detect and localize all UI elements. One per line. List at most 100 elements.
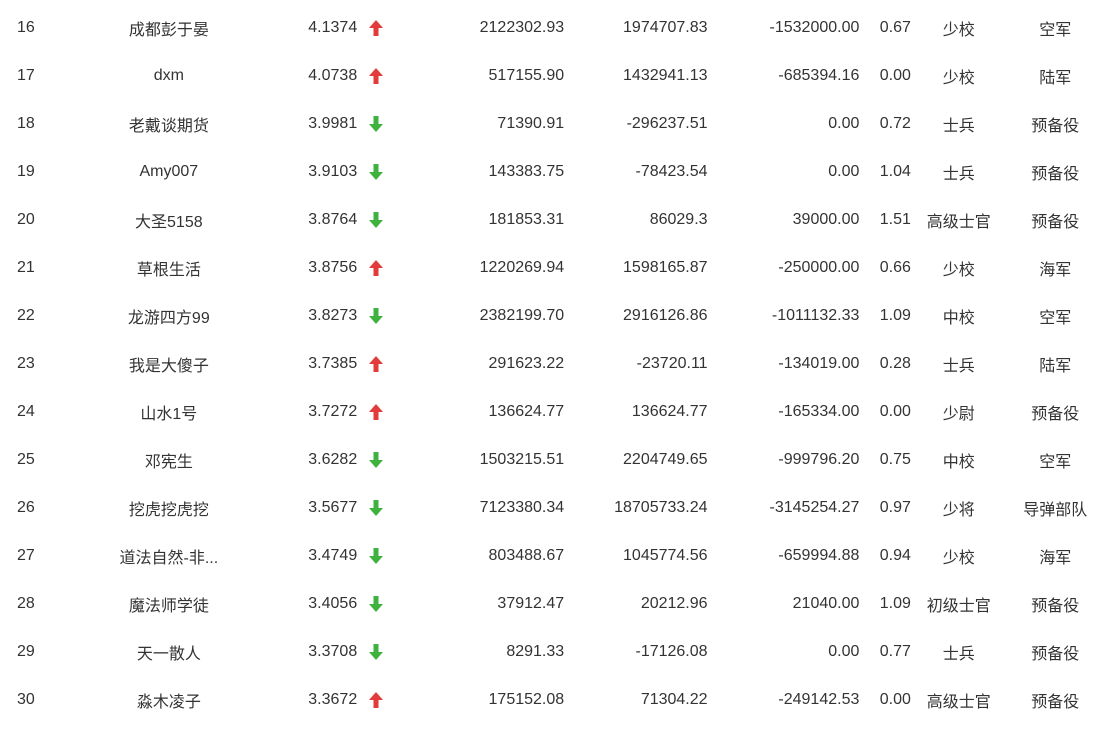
score-cell: 3.7272 (280, 403, 357, 421)
score-cell: 3.9103 (280, 163, 357, 181)
profit-cell: 18705733.24 (614, 499, 708, 516)
trader-name-link[interactable]: 我是大傻子 (57, 352, 280, 376)
trader-name-link[interactable]: 淼木凌子 (57, 688, 280, 712)
table-row[interactable]: 30 淼木凌子 3.3672 175152.08 71304.22 -249142.53 0… (0, 676, 1104, 724)
deposit-withdraw-cell: -1532000.00 (769, 19, 860, 36)
branch-cell: 海军 (1039, 550, 1072, 567)
rank-cell: 29 (17, 643, 35, 660)
equity-cell: 136624.77 (488, 403, 565, 420)
trader-name-link[interactable]: Amy007 (57, 163, 280, 181)
rank-cell: 26 (17, 499, 35, 516)
military-rank-cell: 士兵 (942, 118, 975, 135)
equity-cell: 2122302.93 (479, 19, 565, 36)
military-rank-cell: 高级士官 (926, 694, 991, 711)
arrow-down-icon (357, 308, 421, 324)
arrow-up-icon (357, 20, 421, 36)
rank-cell: 20 (17, 211, 35, 228)
profit-cell: -78423.54 (635, 163, 708, 180)
branch-cell: 陆军 (1039, 70, 1072, 87)
military-rank-cell: 少校 (942, 70, 975, 87)
ratio-cell: 0.00 (879, 403, 911, 420)
ratio-cell: 0.28 (879, 355, 911, 372)
score-value: 3.5677 (308, 499, 358, 516)
score-value: 3.8273 (308, 307, 358, 324)
trader-name-link[interactable]: 道法自然-非... (57, 544, 280, 568)
rank-cell: 23 (17, 355, 35, 372)
equity-cell: 291623.22 (488, 355, 565, 372)
score-value: 3.9103 (308, 163, 358, 180)
trader-name-link[interactable]: 天一散人 (57, 640, 280, 664)
ratio-cell: 0.66 (879, 259, 911, 276)
trader-name-link[interactable]: 魔法师学徒 (57, 592, 280, 616)
arrow-down-icon (357, 644, 421, 660)
equity-cell: 1503215.51 (479, 451, 565, 468)
table-row[interactable]: 26 挖虎挖虎挖 3.5677 7123380.34 18705733.24 -31452… (0, 484, 1104, 532)
score-cell: 3.8756 (280, 259, 357, 277)
table-row[interactable]: 25 邓宪生 3.6282 1503215.51 2204749.65 -999796.2… (0, 436, 1104, 484)
trader-name-link[interactable]: 龙游四方99 (57, 304, 280, 328)
deposit-withdraw-cell: -685394.16 (778, 67, 860, 84)
table-row[interactable]: 16 成都彭于晏 4.1374 2122302.93 1974707.83 -153200… (0, 4, 1104, 52)
equity-cell: 8291.33 (506, 643, 565, 660)
table-row[interactable]: 24 山水1号 3.7272 136624.77 136624.77 -165334.00… (0, 388, 1104, 436)
military-rank-cell: 少校 (942, 22, 975, 39)
table-row[interactable]: 19 Amy007 3.9103 143383.75 -78423.54 0.00 1.04… (0, 148, 1104, 196)
score-value: 3.9981 (308, 115, 358, 132)
trader-name-link[interactable]: 大圣5158 (57, 208, 280, 232)
trader-name-link[interactable]: 老戴谈期货 (57, 112, 280, 136)
equity-cell: 2382199.70 (479, 307, 565, 324)
score-cell: 3.6282 (280, 451, 357, 469)
profit-cell: 86029.3 (649, 211, 708, 228)
rank-cell: 16 (17, 19, 35, 36)
trader-name-link[interactable]: 山水1号 (57, 400, 280, 424)
arrow-up-icon (357, 692, 421, 708)
trader-name-link[interactable]: 邓宪生 (57, 448, 280, 472)
arrow-down-icon (357, 212, 421, 228)
table-row[interactable]: 20 大圣5158 3.8764 181853.31 86029.3 39000.00 1.… (0, 196, 1104, 244)
trader-name-link[interactable]: dxm (57, 67, 280, 85)
military-rank-cell: 中校 (942, 454, 975, 471)
military-rank-cell: 少校 (942, 262, 975, 279)
table-row[interactable]: 23 我是大傻子 3.7385 291623.22 -23720.11 -134019.0… (0, 340, 1104, 388)
trader-name-link[interactable]: 草根生活 (57, 256, 280, 280)
rank-cell: 30 (17, 691, 35, 708)
table-row[interactable]: 29 天一散人 3.3708 8291.33 -17126.08 0.00 0.77 士兵 预备… (0, 628, 1104, 676)
ratio-cell: 1.09 (879, 307, 911, 324)
score-value: 4.0738 (308, 67, 358, 84)
table-row[interactable]: 17 dxm 4.0738 517155.90 1432941.13 -685394.16… (0, 52, 1104, 100)
table-row[interactable]: 28 魔法师学徒 3.4056 37912.47 20212.96 21040.00 1.0… (0, 580, 1104, 628)
ratio-cell: 0.75 (879, 451, 911, 468)
score-value: 3.4056 (308, 595, 358, 612)
arrow-down-icon (357, 596, 421, 612)
score-value: 3.3708 (308, 643, 358, 660)
table-row[interactable]: 18 老戴谈期货 3.9981 71390.91 -296237.51 0.00 0.72 士… (0, 100, 1104, 148)
deposit-withdraw-cell: -999796.20 (778, 451, 860, 468)
profit-cell: 2916126.86 (623, 307, 708, 324)
profit-cell: 20212.96 (640, 595, 708, 612)
score-cell: 3.7385 (280, 355, 357, 373)
ratio-cell: 0.77 (879, 643, 911, 660)
score-cell: 4.1374 (280, 19, 357, 37)
deposit-withdraw-cell: 0.00 (828, 115, 860, 132)
table-row[interactable]: 27 道法自然-非... 3.4749 803488.67 1045774.56 -659… (0, 532, 1104, 580)
table-row[interactable]: 22 龙游四方99 3.8273 2382199.70 2916126.86 -10111… (0, 292, 1104, 340)
score-cell: 3.8764 (280, 211, 357, 229)
rank-cell: 25 (17, 451, 35, 468)
score-value: 3.7272 (308, 403, 358, 420)
profit-cell: -23720.11 (636, 355, 708, 372)
branch-cell: 预备役 (1031, 118, 1080, 135)
profit-cell: 1974707.83 (623, 19, 708, 36)
trader-name-link[interactable]: 挖虎挖虎挖 (57, 496, 280, 520)
trader-name-link[interactable]: 成都彭于晏 (57, 16, 280, 40)
rank-cell: 27 (17, 547, 35, 564)
score-cell: 3.3708 (280, 643, 357, 661)
rank-cell: 18 (17, 115, 35, 132)
branch-cell: 预备役 (1031, 214, 1080, 231)
branch-cell: 导弹部队 (1023, 502, 1088, 519)
branch-cell: 海军 (1039, 262, 1072, 279)
ratio-cell: 0.72 (879, 115, 911, 132)
deposit-withdraw-cell: -250000.00 (778, 259, 860, 276)
equity-cell: 181853.31 (488, 211, 565, 228)
deposit-withdraw-cell: -1011132.33 (771, 307, 860, 324)
table-row[interactable]: 21 草根生活 3.8756 1220269.94 1598165.87 -250000.… (0, 244, 1104, 292)
